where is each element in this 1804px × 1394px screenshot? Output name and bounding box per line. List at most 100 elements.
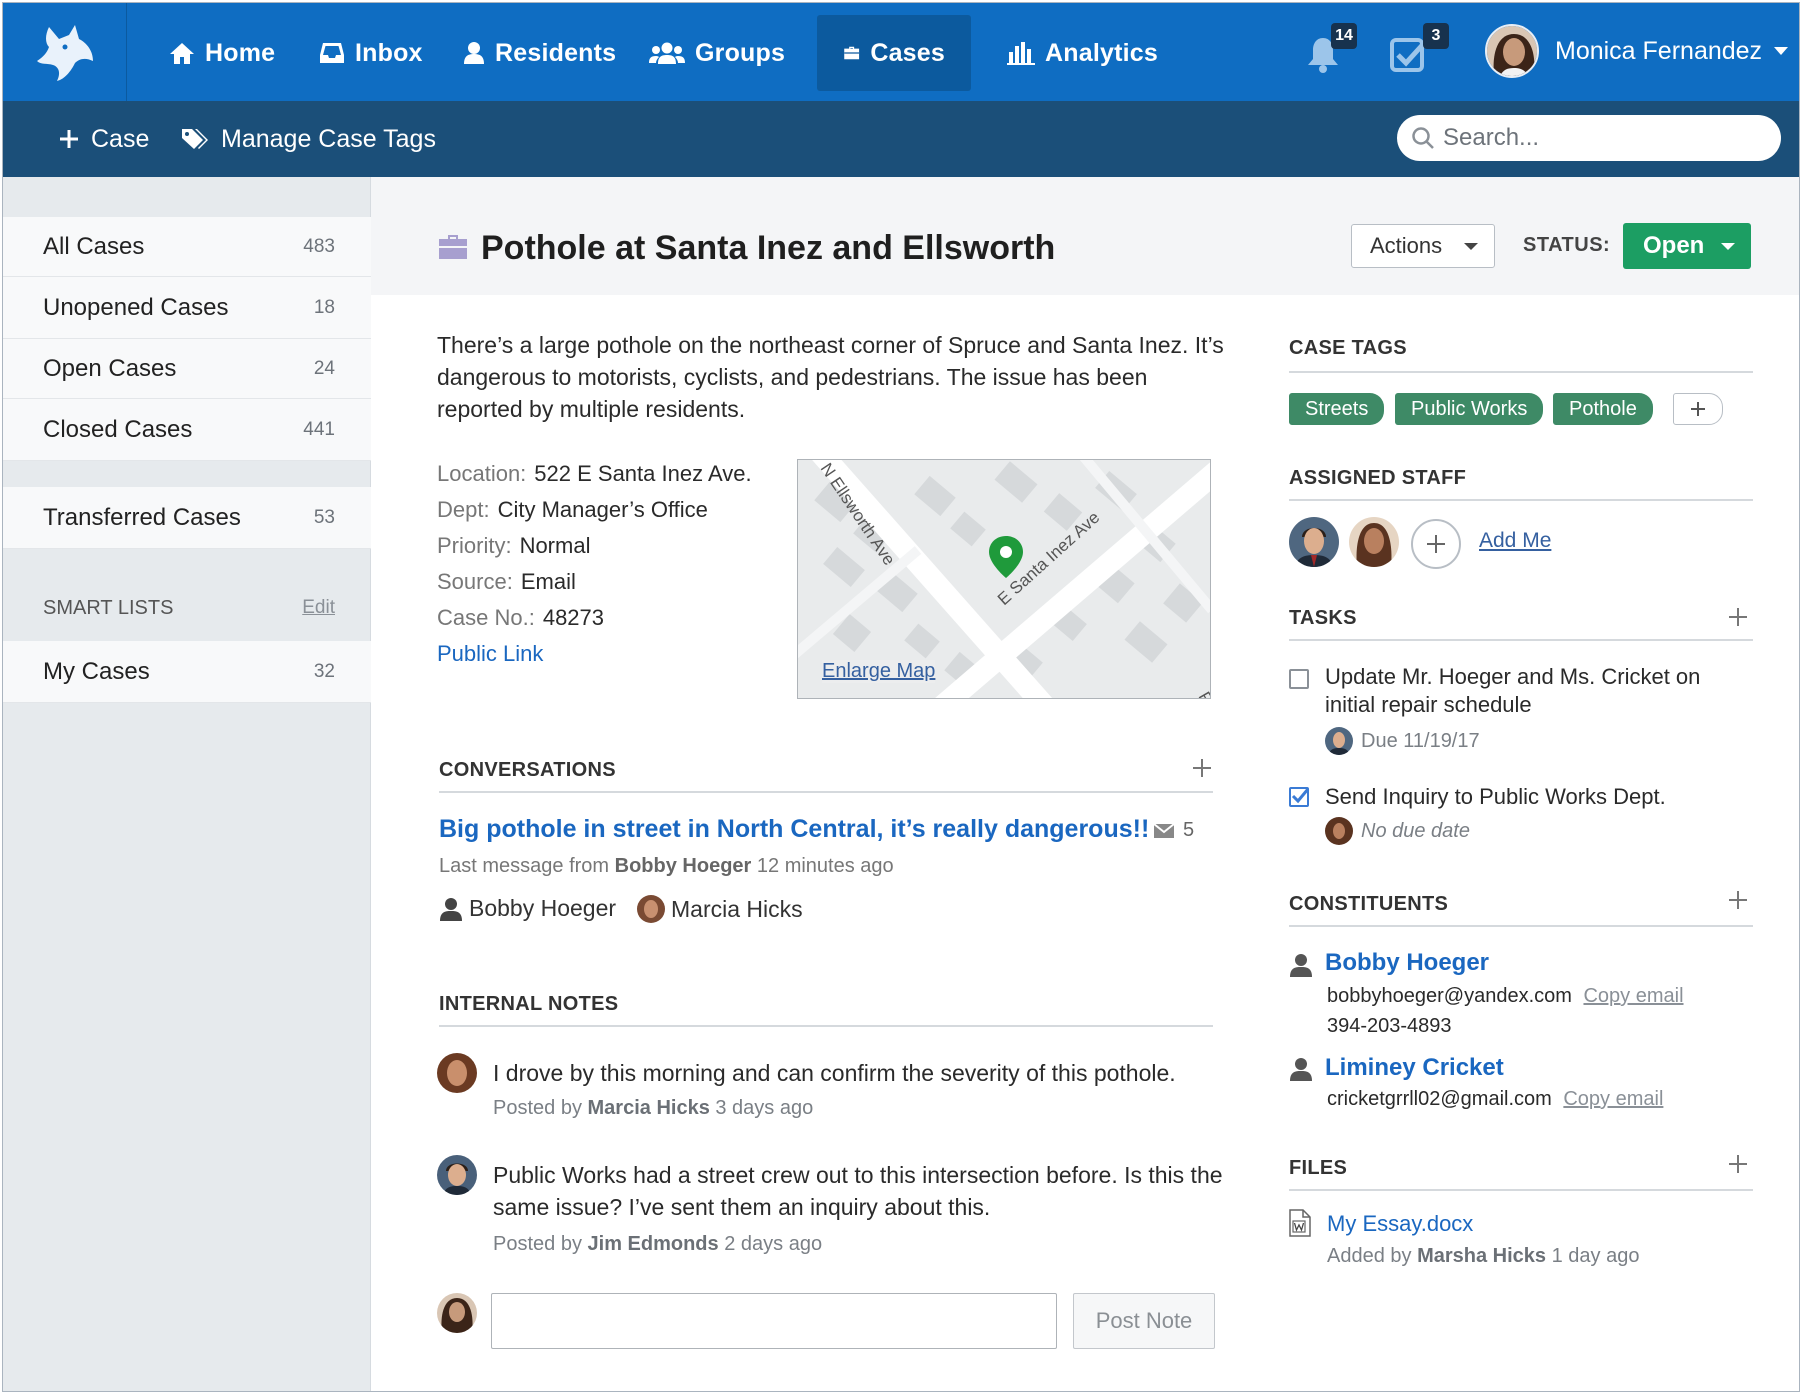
add-file-button[interactable] <box>1727 1153 1749 1175</box>
chevron-down-icon <box>1774 47 1789 55</box>
sidebar-item-label: Closed Cases <box>43 415 193 443</box>
add-me-link[interactable]: Add Me <box>1479 529 1551 553</box>
person-icon <box>464 42 484 64</box>
tags-icon <box>182 129 208 149</box>
envelope-icon <box>1153 822 1175 838</box>
note-meta: Posted by Jim Edmonds 2 days ago <box>493 1233 822 1256</box>
task-checkbox-checked[interactable] <box>1289 787 1310 807</box>
search-bar[interactable] <box>1397 115 1781 161</box>
note-time: 3 days ago <box>715 1097 814 1119</box>
divider <box>439 1025 1213 1027</box>
enlarge-map-link[interactable]: Enlarge Map <box>822 660 936 683</box>
person-icon <box>1290 954 1312 977</box>
staff-avatar[interactable] <box>1349 517 1399 567</box>
detail-value: City Manager’s Office <box>497 497 708 522</box>
detail-label: Location: <box>437 461 527 486</box>
location-map[interactable]: N Ellsworth Ave E Santa Inez Ave R Enlar… <box>797 459 1211 699</box>
participant-name: Marcia Hicks <box>671 895 803 922</box>
case-tag[interactable]: Pothole <box>1553 393 1653 425</box>
constituent-name-link[interactable]: Liminey Cricket <box>1325 1054 1504 1082</box>
constituent-name-link[interactable]: Bobby Hoeger <box>1325 949 1489 977</box>
nav-inbox[interactable]: Inbox <box>293 15 449 91</box>
sidebar-item-label: Unopened Cases <box>43 293 229 321</box>
detail-dept: Dept: City Manager’s Office <box>437 497 708 523</box>
add-task-button[interactable] <box>1727 606 1749 628</box>
checkmark-icon <box>1291 788 1310 804</box>
nav-home[interactable]: Home <box>143 15 301 91</box>
my-tasks-button[interactable]: 3 <box>1389 23 1449 77</box>
note-text: Public Works had a street crew out to th… <box>493 1162 1223 1220</box>
note-author: Marcia Hicks <box>587 1097 710 1119</box>
new-note-input[interactable] <box>491 1293 1057 1349</box>
app-logo[interactable] <box>3 3 127 101</box>
staff-avatar[interactable] <box>1289 517 1339 567</box>
email-value: cricketgrrll02@gmail.com <box>1327 1088 1552 1110</box>
sidebar-item-open-cases[interactable]: Open Cases 24 <box>3 339 371 399</box>
detail-value: Normal <box>519 533 591 558</box>
add-tag-button[interactable] <box>1673 393 1723 425</box>
search-input[interactable] <box>1443 124 1763 152</box>
sidebar-item-label: Transferred Cases <box>43 503 241 531</box>
divider <box>1289 639 1753 641</box>
actions-dropdown[interactable]: Actions <box>1351 224 1495 268</box>
email-value: bobbyhoeger@yandex.com <box>1327 985 1572 1007</box>
divider <box>1289 1189 1753 1191</box>
post-note-button[interactable]: Post Note <box>1073 1293 1215 1349</box>
sidebar-item-unopened-cases[interactable]: Unopened Cases 18 <box>3 277 371 339</box>
participant[interactable]: Bobby Hoeger <box>439 895 616 922</box>
internal-notes-heading: INTERNAL NOTES <box>439 993 619 1015</box>
case-tag[interactable]: Streets <box>1289 393 1385 425</box>
user-menu[interactable]: Monica Fernandez <box>1485 21 1789 81</box>
group-icon <box>649 42 685 64</box>
add-conversation-button[interactable] <box>1191 757 1213 779</box>
new-case-button[interactable]: Case <box>59 101 149 177</box>
conversation-title-link[interactable]: Big pothole in street in North Central, … <box>439 815 1149 844</box>
sidebar-item-closed-cases[interactable]: Closed Cases 441 <box>3 399 371 461</box>
case-tag[interactable]: Public Works <box>1395 393 1544 425</box>
add-staff-button[interactable] <box>1411 519 1461 569</box>
sidebar-item-label: Open Cases <box>43 354 177 382</box>
edit-smart-lists-link[interactable]: Edit <box>302 597 335 619</box>
detail-value: Email <box>520 569 576 594</box>
detail-value: 48273 <box>542 605 605 630</box>
nav-analytics[interactable]: Analytics <box>981 15 1184 91</box>
task-meta: No due date <box>1325 817 1470 845</box>
task-checkbox[interactable] <box>1289 669 1309 689</box>
actions-label: Actions <box>1370 233 1443 258</box>
copy-email-link[interactable]: Copy email <box>1563 1088 1663 1110</box>
sidebar-item-count: 24 <box>313 357 335 379</box>
nav-cases[interactable]: Cases <box>817 15 971 91</box>
avatar <box>637 895 665 923</box>
meta-prefix: Posted by <box>493 1097 582 1119</box>
status-dropdown[interactable]: Open <box>1623 223 1751 269</box>
manage-case-tags-button[interactable]: Manage Case Tags <box>181 101 436 177</box>
meta-author: Bobby Hoeger <box>614 855 752 877</box>
home-icon <box>170 43 194 64</box>
sidebar-item-count: 32 <box>313 660 335 682</box>
avatar <box>1325 727 1353 755</box>
case-description: There’s a large pothole on the northeast… <box>437 332 1224 422</box>
notifications-button[interactable]: 14 <box>1303 23 1359 77</box>
nav-label: Inbox <box>355 38 423 67</box>
participant[interactable]: Marcia Hicks <box>637 895 803 923</box>
file-link[interactable]: My Essay.docx <box>1327 1211 1473 1237</box>
add-constituent-button[interactable] <box>1727 889 1749 911</box>
public-link[interactable]: Public Link <box>437 641 543 667</box>
task-meta: Due 11/19/17 <box>1325 727 1480 755</box>
sidebar-item-transferred-cases[interactable]: Transferred Cases 53 <box>3 487 371 549</box>
page-title: Pothole at Santa Inez and Ellsworth <box>481 229 1056 267</box>
nav-label: Groups <box>695 38 786 67</box>
wolf-logo-icon <box>37 25 93 81</box>
sidebar-item-my-cases[interactable]: My Cases 32 <box>3 641 371 703</box>
sidebar-item-all-cases[interactable]: All Cases 483 <box>3 217 371 277</box>
top-navigation: Home Inbox Residents Groups Cases Analyt… <box>3 3 1799 101</box>
sub-navigation: Case Manage Case Tags <box>3 101 1799 177</box>
copy-email-link[interactable]: Copy email <box>1583 985 1683 1007</box>
nav-groups[interactable]: Groups <box>623 15 811 91</box>
meta-prefix: Added by <box>1327 1245 1412 1267</box>
nav-residents[interactable]: Residents <box>437 15 642 91</box>
task-text: Send Inquiry to Public Works Dept. <box>1325 784 1666 809</box>
smart-lists-title: SMART LISTS <box>43 596 174 619</box>
avatar <box>437 1293 477 1333</box>
conversation-meta: Last message from Bobby Hoeger 12 minute… <box>439 855 894 878</box>
